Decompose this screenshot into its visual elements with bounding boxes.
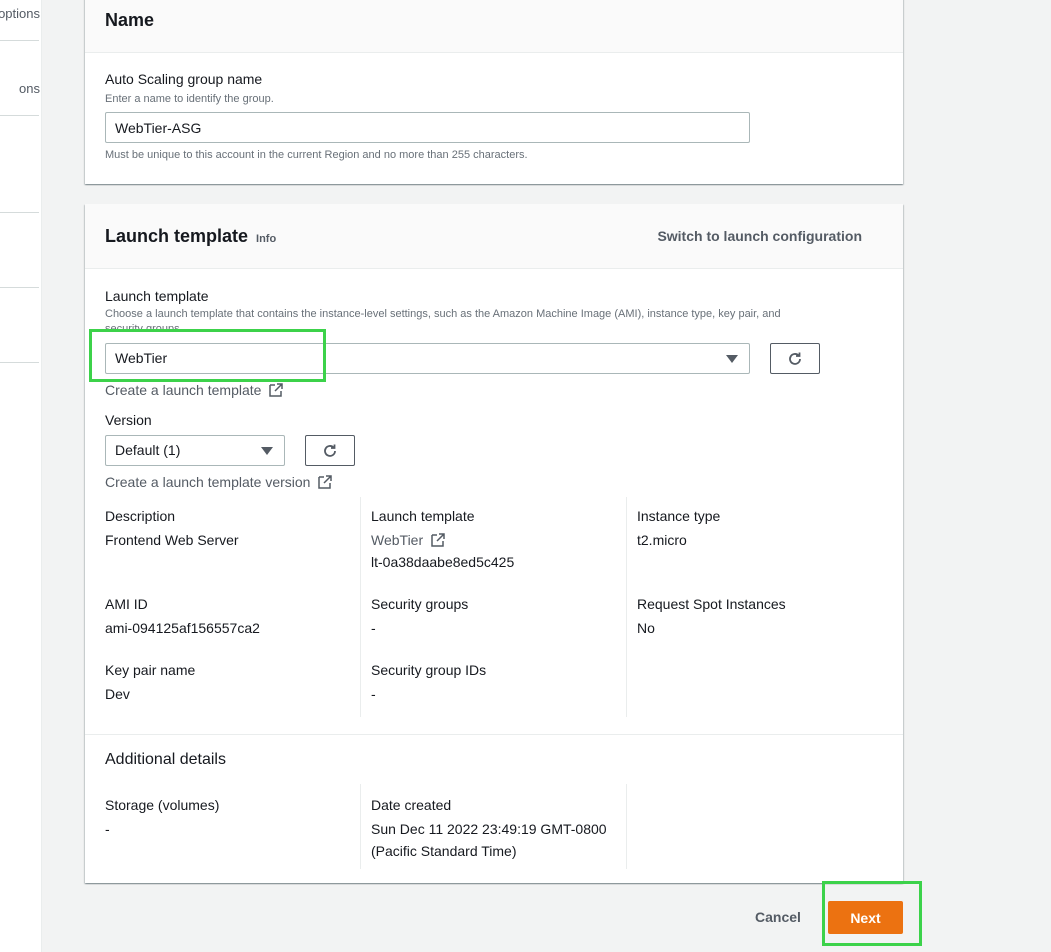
refresh-icon	[789, 352, 801, 365]
section-divider	[85, 734, 903, 735]
security-group-ids-value: -	[371, 686, 376, 702]
column-divider	[626, 497, 627, 717]
info-link[interactable]: Info	[256, 233, 276, 245]
request-spot-label: Request Spot Instances	[637, 596, 786, 612]
instance-type-value: t2.micro	[637, 532, 687, 548]
details-launch-template-link[interactable]: WebTier	[371, 532, 445, 548]
launch-template-title: Launch template Info	[105, 226, 277, 246]
version-label: Version	[105, 412, 152, 428]
refresh-icon	[324, 444, 336, 457]
launch-template-panel: Launch template Info Switch to launch con…	[85, 204, 903, 883]
caret-down-icon	[726, 355, 738, 363]
annotation-highlight-next	[822, 881, 922, 946]
create-launch-template-link[interactable]: Create a launch template	[105, 382, 284, 398]
request-spot-value: No	[637, 620, 655, 636]
launch-template-id-value: lt-0a38daabe8ed5c425	[371, 554, 515, 570]
name-panel: Name Auto Scaling group name Enter a nam…	[85, 0, 903, 184]
security-groups-value: -	[371, 620, 376, 636]
external-link-icon	[318, 475, 333, 489]
create-launch-template-version-link[interactable]: Create a launch template version	[105, 474, 333, 490]
nav-item-options[interactable]: options	[0, 6, 40, 21]
asg-name-input[interactable]	[105, 112, 750, 143]
ami-id-label: AMI ID	[105, 596, 148, 612]
date-created-label: Date created	[371, 797, 452, 813]
caret-down-icon	[261, 447, 273, 455]
asg-name-description: Enter a name to identify the group.	[105, 93, 274, 105]
version-select[interactable]: Default (1)	[105, 435, 285, 466]
annotation-highlight-launch-template	[89, 329, 326, 382]
version-selected-value: Default (1)	[115, 442, 181, 458]
storage-value: -	[105, 821, 110, 837]
description-label: Description	[105, 508, 176, 524]
date-created-value: Sun Dec 11 2022 23:49:19 GMT-0800	[371, 821, 607, 837]
details-launch-template-label: Launch template	[371, 508, 475, 524]
storage-label: Storage (volumes)	[105, 797, 220, 813]
external-link-icon	[431, 533, 445, 547]
asg-name-label: Auto Scaling group name	[105, 71, 263, 87]
security-group-ids-label: Security group IDs	[371, 662, 487, 678]
launch-template-header: Launch template Info Switch to launch con…	[85, 204, 903, 269]
name-panel-header: Name	[85, 0, 903, 53]
nav-divider	[0, 40, 39, 41]
column-divider	[360, 497, 361, 717]
nav-divider	[0, 287, 39, 288]
key-pair-value: Dev	[105, 686, 130, 702]
nav-divider	[0, 362, 39, 363]
left-navigation: options ons	[0, 0, 42, 952]
column-divider	[626, 784, 627, 869]
nav-divider	[0, 115, 39, 116]
instance-type-label: Instance type	[637, 508, 721, 524]
description-value: Frontend Web Server	[105, 532, 239, 548]
name-panel-title: Name	[105, 10, 155, 30]
ami-id-value: ami-094125af156557ca2	[105, 620, 260, 636]
additional-details-title: Additional details	[105, 751, 226, 768]
column-divider	[360, 784, 361, 869]
key-pair-label: Key pair name	[105, 662, 196, 678]
external-link-icon	[269, 383, 284, 397]
nav-divider	[0, 212, 39, 213]
asg-name-constraint: Must be unique to this account in the cu…	[105, 149, 528, 161]
cancel-button[interactable]: Cancel	[755, 909, 801, 925]
launch-template-field-label: Launch template	[105, 288, 209, 304]
refresh-launch-templates-button[interactable]	[770, 343, 820, 374]
nav-item-ons[interactable]: ons	[0, 81, 40, 96]
date-created-timezone: (Pacific Standard Time)	[371, 843, 517, 859]
refresh-versions-button[interactable]	[305, 435, 355, 466]
security-groups-label: Security groups	[371, 596, 469, 612]
switch-to-launch-configuration-button[interactable]: Switch to launch configuration	[657, 228, 862, 244]
launch-template-field-description: Choose a launch template that contains t…	[105, 308, 781, 320]
